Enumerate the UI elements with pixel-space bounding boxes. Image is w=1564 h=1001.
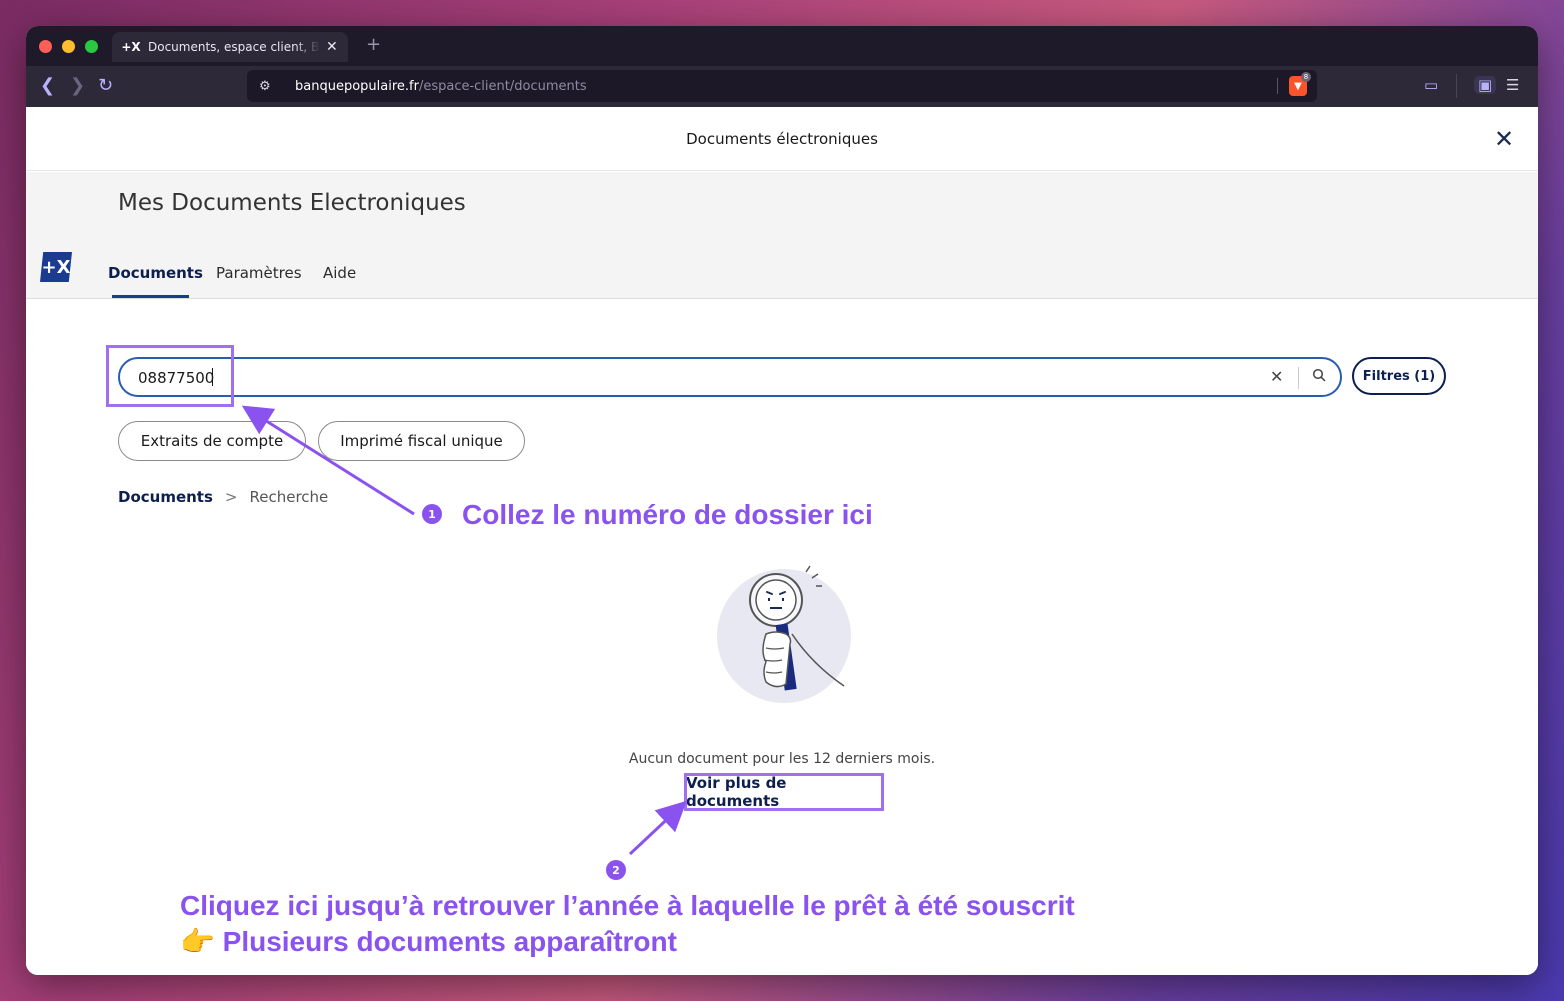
breadcrumb-current: Recherche xyxy=(249,488,329,506)
arrow-to-more-link xyxy=(628,800,687,856)
empty-state-message: Aucun document pour les 12 derniers mois… xyxy=(628,751,936,767)
close-icon[interactable]: ✕ xyxy=(1494,125,1514,153)
chip-extraits-de-compte[interactable]: Extraits de compte xyxy=(118,421,306,461)
menu-icon[interactable]: ☰ xyxy=(1506,76,1519,94)
browser-tab[interactable]: +X Documents, espace client, Banque Popu… xyxy=(112,32,348,62)
documents-header: Mes Documents Electroniques +X Documents… xyxy=(26,172,1538,299)
topbar-title: Documents électroniques xyxy=(686,130,878,148)
banque-populaire-favicon-icon: +X xyxy=(121,40,141,54)
close-window-button[interactable] xyxy=(39,40,52,53)
breadcrumb-separator: > xyxy=(224,488,238,506)
step-1-badge: 1 xyxy=(422,504,442,524)
tab-documents[interactable]: Documents xyxy=(108,264,203,282)
filters-button[interactable]: Filtres (1) xyxy=(1352,357,1446,395)
url-divider xyxy=(1277,78,1278,94)
search-icon[interactable] xyxy=(1312,368,1326,386)
page-content: Documents électroniques ✕ Mes Documents … xyxy=(26,107,1538,975)
reload-icon[interactable]: ↻ xyxy=(98,75,113,96)
browser-toolbar: ❮ ❯ ↻ ⚙ banquepopulaire.fr/espace-client… xyxy=(26,66,1538,107)
chip-imprime-fiscal-unique[interactable]: Imprimé fiscal unique xyxy=(318,421,525,461)
search-divider xyxy=(1298,367,1299,389)
search-input[interactable]: 08877500 ✕ xyxy=(118,357,1342,397)
tab-parametres[interactable]: Paramètres xyxy=(216,264,302,282)
back-icon[interactable]: ❮ xyxy=(40,75,55,96)
modal-topbar: Documents électroniques ✕ xyxy=(26,107,1538,171)
shields-count-badge: 8 xyxy=(1301,72,1311,82)
no-results-illustration xyxy=(717,565,851,703)
new-tab-button[interactable]: + xyxy=(366,34,381,55)
tab-aide[interactable]: Aide xyxy=(323,264,356,282)
breadcrumb-documents-link[interactable]: Documents xyxy=(118,488,213,506)
site-settings-icon[interactable]: ⚙ xyxy=(259,79,277,94)
maximize-window-button[interactable] xyxy=(85,40,98,53)
url-host: banquepopulaire.fr xyxy=(295,78,419,94)
annotation-step-2-line-2: 👉 Plusieurs documents apparaîtront xyxy=(180,926,677,957)
clear-search-icon[interactable]: ✕ xyxy=(1270,367,1283,386)
forward-icon[interactable]: ❯ xyxy=(70,75,85,96)
url-path: /espace-client/documents xyxy=(418,78,587,94)
tab-bar: +X Documents, espace client, Banque Popu… xyxy=(26,26,1538,66)
minimize-window-button[interactable] xyxy=(62,40,75,53)
tab-title: Documents, espace client, Banque Populai… xyxy=(148,40,320,54)
annotation-highlight-search xyxy=(106,345,234,407)
banque-populaire-logo: +X xyxy=(40,252,72,282)
annotation-highlight-more-link xyxy=(684,773,884,811)
annotation-step-1: Collez le numéro de dossier ici xyxy=(462,499,873,530)
close-tab-icon[interactable]: ✕ xyxy=(326,39,338,55)
breadcrumb: Documents > Recherche xyxy=(118,488,328,506)
active-tab-indicator xyxy=(112,295,189,298)
reader-mode-icon[interactable]: ▭ xyxy=(1424,76,1438,94)
step-2-badge: 2 xyxy=(606,860,626,880)
wallet-icon[interactable]: ▣ xyxy=(1474,76,1497,94)
page-title: Mes Documents Electroniques xyxy=(118,190,466,216)
address-bar[interactable]: ⚙ banquepopulaire.fr/espace-client/docum… xyxy=(247,70,1317,102)
annotation-step-2-line-1: Cliquez ici jusqu’à retrouver l’année à … xyxy=(180,890,1075,921)
browser-window: +X Documents, espace client, Banque Popu… xyxy=(26,26,1538,975)
toolbar-divider xyxy=(1456,74,1457,98)
